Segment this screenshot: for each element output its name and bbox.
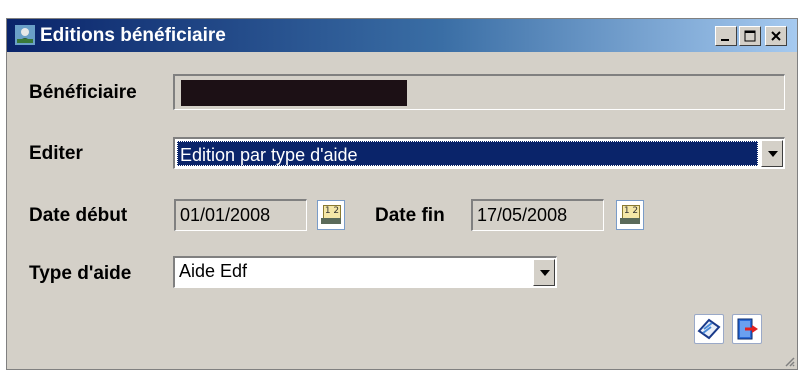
editer-dropdown-button[interactable] (761, 140, 783, 167)
window-title: Editions bénéficiaire (40, 25, 226, 46)
date-debut-calendar-button[interactable]: 1 2 (317, 200, 345, 230)
type-aide-dropdown-button[interactable] (533, 259, 555, 286)
maximize-button[interactable] (739, 26, 761, 46)
calendar-icon: 1 2 (323, 205, 341, 219)
editions-window: Editions bénéficiaire Bénéficiaire Edite… (6, 18, 798, 370)
eraser-print-icon (697, 318, 721, 340)
chevron-down-icon (540, 270, 550, 276)
exit-door-icon (737, 318, 758, 340)
title-bar[interactable]: Editions bénéficiaire (7, 19, 797, 52)
date-fin-field[interactable]: 17/05/2008 (471, 199, 604, 231)
close-button[interactable] (765, 26, 787, 46)
date-debut-label: Date début (29, 205, 128, 226)
calendar-icon: 1 2 (622, 205, 640, 219)
type-aide-selected-value: Aide Edf (179, 261, 248, 281)
maximize-icon (744, 30, 756, 42)
resize-grip-icon[interactable] (783, 355, 795, 367)
minimize-button[interactable] (715, 26, 737, 46)
date-fin-calendar-button[interactable]: 1 2 (616, 200, 644, 230)
date-debut-field[interactable]: 01/01/2008 (174, 199, 307, 231)
beneficiaire-label: Bénéficiaire (29, 82, 137, 103)
app-icon (15, 25, 35, 45)
date-fin-label: Date fin (375, 205, 445, 226)
date-fin-value: 17/05/2008 (477, 205, 568, 225)
type-aide-select[interactable]: Aide Edf (173, 256, 557, 288)
editer-label: Editer (29, 143, 83, 164)
beneficiaire-field[interactable] (173, 74, 785, 110)
redacted-block (181, 80, 407, 106)
print-button[interactable] (694, 314, 724, 344)
minimize-icon (721, 39, 729, 41)
date-debut-value: 01/01/2008 (180, 205, 271, 225)
exit-button[interactable] (732, 314, 762, 344)
chevron-down-icon (768, 151, 778, 157)
editer-select[interactable]: Edition par type d'aide (173, 137, 785, 169)
editer-selected-value: Edition par type d'aide (180, 145, 358, 165)
type-aide-label: Type d'aide (29, 263, 132, 284)
close-icon (771, 31, 781, 41)
